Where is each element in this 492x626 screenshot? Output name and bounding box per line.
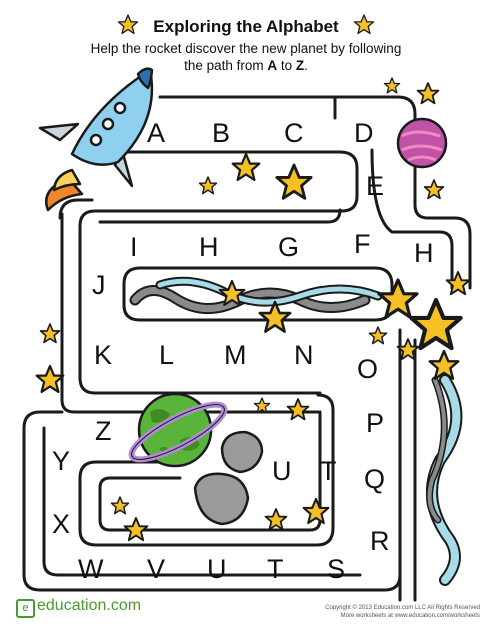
logo-text: education.com [37,597,142,614]
letter-y[interactable]: Y [52,446,70,476]
letter-s[interactable]: S [327,554,345,584]
letter-m[interactable]: M [224,340,247,370]
letter-k[interactable]: K [94,340,112,370]
letter-b[interactable]: B [212,118,230,148]
star-icon [445,271,471,296]
letter-n[interactable]: N [294,340,314,370]
letter-o[interactable]: O [357,354,378,384]
logo-mark-icon: e [16,599,35,618]
letter-w[interactable]: W [78,554,104,584]
green-planet-icon [128,392,228,468]
letter-u[interactable]: U [207,554,227,584]
star-icon [123,517,149,542]
copyright-text: Copyright © 2013 Education.com LLC All R… [325,605,480,611]
star-icon [35,364,65,394]
letter-u-inner[interactable]: U [272,456,292,486]
letter-i[interactable]: I [130,232,138,262]
star-icon [377,278,419,319]
star-icon [423,179,445,200]
letter-v[interactable]: V [147,554,165,584]
worksheet-page: Exploring the Alphabet Help the rocket d… [0,0,492,626]
letter-h[interactable]: H [199,232,219,262]
star-icon [39,323,61,344]
star-icon [286,398,310,421]
letter-e[interactable]: E [366,171,384,201]
star-icon [231,152,261,182]
letter-j[interactable]: J [92,270,106,300]
star-icon [198,176,218,195]
letter-f[interactable]: F [354,229,371,259]
maze-illustration: A B C D E F G H I H J K L M N O P Q R S … [22,67,472,602]
letter-c[interactable]: C [284,118,304,148]
letter-r[interactable]: R [370,526,390,556]
letter-d[interactable]: D [354,118,374,148]
star-icon [368,326,388,345]
star-icon [302,497,330,525]
letter-a[interactable]: A [147,118,165,148]
education-logo[interactable]: e education.com [16,597,141,618]
letter-h-extra[interactable]: H [414,238,434,268]
letter-g[interactable]: G [278,232,299,262]
copyright-notice: Copyright © 2013 Education.com LLC All R… [300,604,480,620]
star-icon [264,508,288,531]
star-icon [409,297,463,351]
letter-q[interactable]: Q [364,464,385,494]
pink-planet-icon [396,117,448,169]
letter-t-inner[interactable]: T [320,456,337,486]
letter-p[interactable]: P [366,408,384,438]
letter-l[interactable]: L [159,340,174,370]
star-icon [416,82,440,105]
star-icon [110,496,130,515]
letter-x[interactable]: X [52,509,70,539]
more-worksheets-text: More worksheets at www.education.com/wor… [340,613,480,619]
star-icon [275,163,313,200]
letter-t[interactable]: T [267,554,284,584]
star-icon [383,77,401,94]
rocket-icon [38,67,154,212]
letter-z[interactable]: Z [95,416,112,446]
